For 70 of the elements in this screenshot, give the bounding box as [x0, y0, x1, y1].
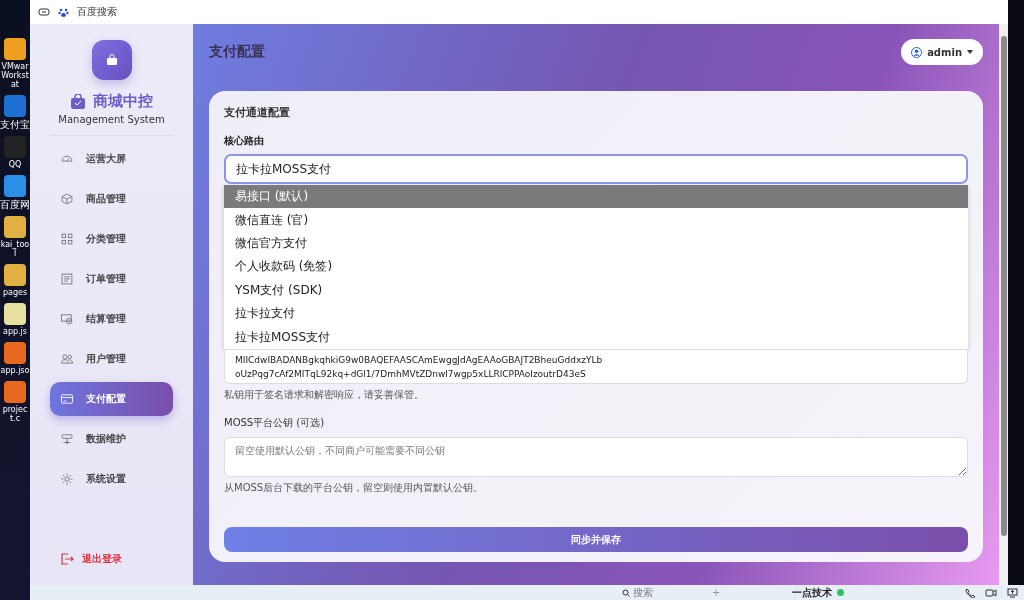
sidebar-item[interactable]: 结算管理: [50, 302, 173, 336]
dropdown-option[interactable]: 拉卡拉支付: [224, 301, 968, 326]
private-key-field[interactable]: MIICdwIBADANBgkqhkiG9w0BAQEFAASCAmEwggJdAgEAAoGBAJT2BheuGddxzYLb oUzPqg7cAf2MITqL92kq+dGl1/7DmhMVtZDnwl7wgp5xLLRlCPPAoIzoutrD43eS: [224, 348, 968, 384]
settings-icon: [60, 472, 74, 486]
desktop-app-icon[interactable]: [4, 95, 26, 117]
desktop-app-icon[interactable]: [4, 216, 26, 238]
desktop-icon-label: QQ: [7, 160, 23, 169]
sidebar-item[interactable]: 支付配置: [50, 382, 173, 416]
users-icon: [60, 352, 74, 366]
desktop-app-icon[interactable]: [4, 175, 26, 197]
public-key-field[interactable]: 留空使用默认公钥，不同商户可能需要不同公钥: [224, 436, 968, 477]
desktop-icon-label: VMwar Workstat: [0, 62, 30, 89]
search-icon: [622, 588, 630, 597]
sidebar-item[interactable]: 分类管理: [50, 222, 173, 256]
coin-icon: [60, 312, 74, 326]
brand-subtitle: Management System: [58, 114, 165, 125]
desktop-app-icon[interactable]: [4, 303, 26, 325]
desktop-icon-label: 支付宝: [0, 119, 30, 130]
tab-switch-icon[interactable]: [38, 7, 50, 17]
document-icon: [60, 272, 74, 286]
dropdown-option[interactable]: 微信官方支付: [224, 231, 968, 256]
search-field[interactable]: 搜索: [622, 585, 712, 600]
field-hint: 私钥用于签名请求和解密响应，请妥善保管。: [224, 387, 425, 402]
screen-share-icon[interactable]: [1007, 587, 1018, 598]
desktop-app-icon[interactable]: [4, 381, 26, 403]
video-camera-icon[interactable]: [985, 587, 997, 598]
contact-name: 一点技术: [792, 585, 832, 600]
desktop-app-icon[interactable]: [4, 38, 26, 60]
scrollbar[interactable]: [999, 24, 1008, 585]
dropdown-option[interactable]: YSM支付 (SDK): [224, 278, 968, 302]
save-button[interactable]: 同步并保存: [224, 527, 968, 552]
tool-icon: [60, 432, 74, 446]
desktop-icon-label: app.js: [2, 327, 28, 336]
logout-button[interactable]: 退出登录: [55, 551, 168, 567]
sidebar-item[interactable]: 系统设置: [50, 462, 173, 496]
desktop-icon-label: project.c: [1, 405, 29, 423]
desktop-icon-label: pages: [1, 288, 29, 297]
sidebar-item[interactable]: 商品管理: [50, 182, 173, 216]
shopping-bag-icon: [70, 94, 85, 109]
field-label: MOSS平台公钥 (可选): [224, 415, 326, 430]
desktop-icon-label: app.jso: [0, 366, 30, 375]
dropdown-option[interactable]: 个人收款码 (免签): [224, 255, 968, 279]
desktop-icon-label: kai_tool: [0, 240, 30, 258]
desktop-app-icon[interactable]: [4, 264, 26, 286]
desktop-app-icon[interactable]: [4, 342, 26, 364]
field-label: 核心路由: [224, 134, 265, 148]
caret-icon: [967, 50, 973, 54]
brand-title: 商城中控: [92, 92, 153, 111]
card-title: 支付通道配置: [224, 105, 291, 120]
grid-icon: [60, 232, 74, 246]
sidebar-item[interactable]: 订单管理: [50, 262, 173, 296]
dropdown-option[interactable]: 易接口 (默认): [224, 185, 968, 209]
desktop-icon-label: 百度网: [0, 199, 30, 210]
logo-badge: [91, 40, 132, 80]
page-title: 支付配置: [209, 43, 265, 61]
phone-icon[interactable]: [965, 587, 975, 598]
user-menu-button[interactable]: admin: [901, 39, 983, 65]
cube-icon: [60, 192, 74, 206]
dropdown-option[interactable]: 微信直连 (官): [224, 208, 968, 232]
user-avatar-icon: [911, 46, 923, 58]
tab-title[interactable]: 百度搜索: [77, 5, 117, 19]
sidebar-item[interactable]: 用户管理: [50, 342, 173, 376]
route-select[interactable]: 拉卡拉MOSS支付: [224, 154, 968, 184]
logout-icon: [61, 553, 74, 565]
field-hint: 从MOSS后台下载的平台公钥，留空则使用内置默认公钥。: [224, 480, 485, 495]
sidebar-item[interactable]: 数据维护: [50, 422, 173, 456]
dropdown-option[interactable]: 拉卡拉MOSS支付: [224, 325, 968, 349]
card-icon: [60, 392, 74, 406]
paw-icon: [58, 6, 69, 18]
sidebar-item[interactable]: 运营大屏: [50, 142, 173, 176]
